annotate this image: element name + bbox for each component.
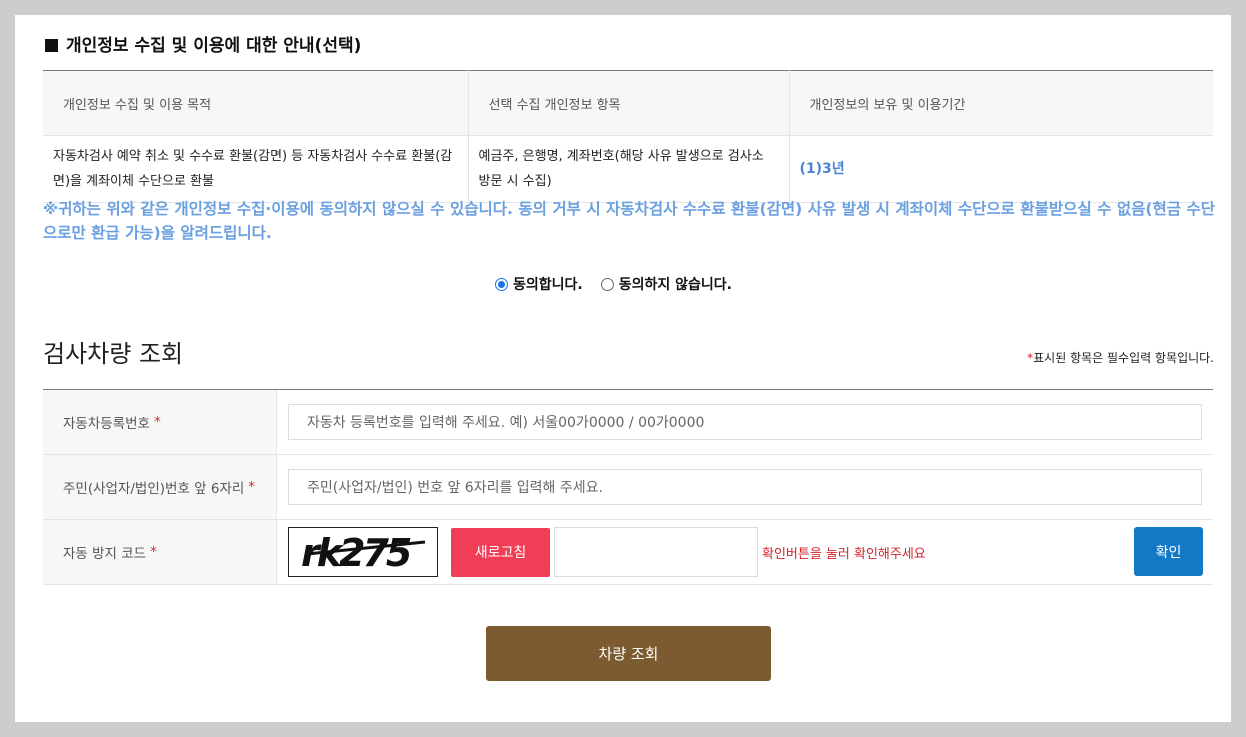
captcha-row: 자동 방지 코드 * rk275 새로고침 확인버튼을 눌러 확인해주세요 확인	[43, 520, 1213, 585]
privacy-table-row: 자동차검사 예약 취소 및 수수료 환불(감면) 등 자동차검사 수수료 환불(…	[43, 135, 1213, 203]
required-note: *표시된 항목은 필수입력 항목입니다.	[1027, 349, 1214, 366]
plate-number-input[interactable]: 자동차 등록번호를 입력해 주세요. 예) 서울00가0000 / 00가000…	[288, 404, 1202, 440]
required-star: *	[150, 544, 157, 560]
captcha-label-text: 자동 방지 코드	[63, 546, 147, 562]
consent-radio-group: 동의합니다. 동의하지 않습니다.	[495, 274, 750, 294]
privacy-section-title: 개인정보 수집 및 이용에 대한 안내(선택)	[45, 31, 361, 56]
consent-notice: ※귀하는 위와 같은 개인정보 수집·이용에 동의하지 않으실 수 있습니다. …	[43, 200, 1215, 242]
privacy-table-header-row: 개인정보 수집 및 이용 목적 선택 수집 개인정보 항목 개인정보의 보유 및…	[43, 70, 1213, 136]
id-row: 주민(사업자/법인)번호 앞 6자리 * 주민(사업자/법인) 번호 앞 6자리를…	[43, 455, 1213, 520]
privacy-title-text: 개인정보 수집 및 이용에 대한 안내(선택)	[66, 36, 362, 56]
agree-radio[interactable]	[495, 277, 508, 291]
header-period: 개인정보의 보유 및 이용기간	[789, 70, 1213, 136]
id-label: 주민(사업자/법인)번호 앞 6자리 *	[43, 455, 277, 519]
captcha-hint: 확인버튼을 눌러 확인해주세요	[762, 546, 926, 562]
lookup-form: 자동차등록번호 * 자동차 등록번호를 입력해 주세요. 예) 서울00가0000…	[43, 389, 1213, 585]
cell-items: 예금주, 은행명, 계좌번호(해당 사유 발생으로 검사소 방문 시 수집)	[468, 135, 790, 203]
captcha-code-input[interactable]	[554, 527, 758, 577]
content-panel: 개인정보 수집 및 이용에 대한 안내(선택) 개인정보 수집 및 이용 목적 …	[15, 15, 1231, 722]
agree-option[interactable]: 동의합니다.	[495, 274, 583, 294]
required-star: *	[248, 479, 256, 495]
privacy-table: 개인정보 수집 및 이용 목적 선택 수집 개인정보 항목 개인정보의 보유 및…	[43, 70, 1213, 203]
header-items: 선택 수집 개인정보 항목	[468, 70, 790, 136]
disagree-option[interactable]: 동의하지 않습니다.	[600, 274, 732, 294]
required-note-text: 표시된 항목은 필수입력 항목입니다.	[1033, 351, 1214, 365]
square-bullet-icon	[45, 39, 58, 52]
header-purpose: 개인정보 수집 및 이용 목적	[43, 70, 469, 136]
captcha-label: 자동 방지 코드 *	[43, 520, 277, 584]
agree-label[interactable]: 동의합니다.	[513, 274, 583, 294]
captcha-image: rk275	[288, 527, 438, 577]
id-value-cell: 주민(사업자/법인) 번호 앞 6자리를 입력해 주세요.	[277, 455, 1213, 519]
required-star: *	[153, 414, 161, 430]
refresh-captcha-button[interactable]: 새로고침	[451, 527, 550, 577]
id-number-input[interactable]: 주민(사업자/법인) 번호 앞 6자리를 입력해 주세요.	[288, 469, 1202, 505]
vehicle-lookup-button[interactable]: 차량 조회	[486, 626, 771, 681]
confirm-captcha-button[interactable]: 확인	[1134, 527, 1203, 576]
disagree-radio[interactable]	[600, 277, 614, 291]
plate-value-cell: 자동차 등록번호를 입력해 주세요. 예) 서울00가0000 / 00가000…	[277, 390, 1213, 454]
plate-label-text: 자동차등록번호	[63, 416, 150, 432]
cell-purpose: 자동차검사 예약 취소 및 수수료 환불(감면) 등 자동차검사 수수료 환불(…	[43, 135, 469, 203]
cell-period: (1)3년	[789, 135, 1213, 203]
plate-row: 자동차등록번호 * 자동차 등록번호를 입력해 주세요. 예) 서울00가0000…	[43, 390, 1213, 455]
id-label-text: 주민(사업자/법인)번호 앞 6자리	[63, 481, 245, 497]
plate-label: 자동차등록번호 *	[43, 390, 277, 454]
disagree-label[interactable]: 동의하지 않습니다.	[619, 274, 732, 294]
captcha-graphic: rk275	[301, 532, 426, 572]
lookup-title: 검사차량 조회	[43, 340, 184, 368]
captcha-value-cell: rk275 새로고침 확인버튼을 눌러 확인해주세요 확인	[277, 520, 1213, 584]
